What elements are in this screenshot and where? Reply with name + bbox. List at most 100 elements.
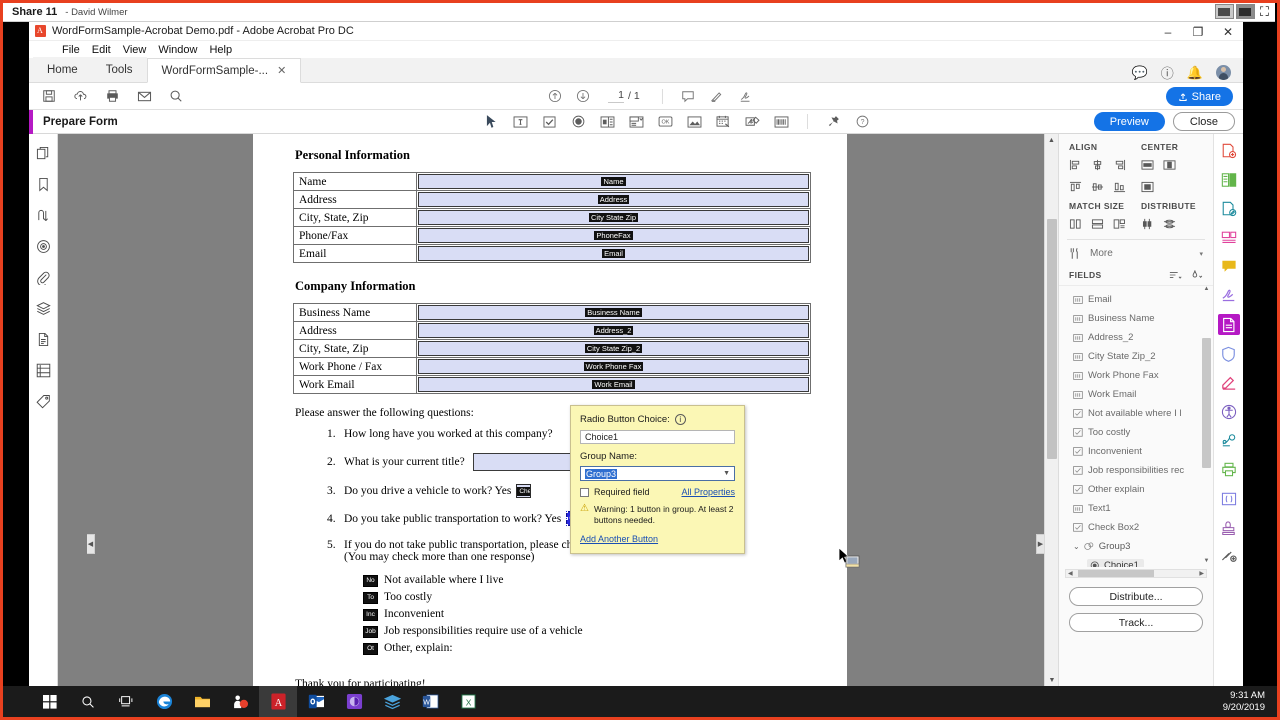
form-field-checkbox[interactable]: To: [363, 591, 378, 604]
add-another-button-link[interactable]: Add Another Button: [580, 534, 735, 544]
select-pointer-icon[interactable]: [484, 115, 499, 128]
document-viewport[interactable]: Personal Information Name Name Address A…: [58, 134, 1058, 686]
create-pdf-icon[interactable]: [1218, 140, 1240, 161]
tab-tools[interactable]: Tools: [91, 57, 147, 82]
attachments-nav-icon[interactable]: [35, 207, 52, 224]
people-icon[interactable]: [221, 686, 259, 717]
field-item-city-state-zip-2[interactable]: City State Zip_2: [1073, 347, 1213, 366]
form-field-name[interactable]: Name: [418, 174, 809, 189]
menu-window[interactable]: Window: [158, 44, 197, 56]
maximize-button[interactable]: ❐: [1183, 22, 1213, 41]
javascript-icon[interactable]: [1218, 488, 1240, 509]
form-field-cell[interactable]: PhoneFax: [416, 226, 811, 245]
field-item-job-responsibilities[interactable]: Job responsibilities rec: [1073, 461, 1213, 480]
center-vertical-icon[interactable]: [1163, 158, 1176, 171]
comment-icon[interactable]: [1218, 256, 1240, 277]
scroll-down-arrow[interactable]: ▼: [1045, 674, 1058, 686]
align-right-icon[interactable]: [1113, 158, 1126, 171]
pdf-page[interactable]: Personal Information Name Name Address A…: [253, 134, 847, 686]
search-icon[interactable]: [69, 686, 107, 717]
collapse-left-panel-button[interactable]: ◀: [87, 534, 95, 554]
form-field-cell[interactable]: City State Zip: [416, 208, 811, 227]
menu-file[interactable]: File: [62, 44, 80, 56]
form-field-email[interactable]: Email: [418, 246, 809, 261]
layers-icon[interactable]: [35, 300, 52, 317]
scroll-up-arrow[interactable]: ▲: [1045, 134, 1058, 147]
form-field-cell[interactable]: Work Phone Fax: [416, 357, 811, 376]
radio-choice-input[interactable]: [580, 430, 735, 444]
print-icon[interactable]: [105, 89, 120, 103]
fields-list-scrollbar[interactable]: ▲ ▼: [1202, 286, 1211, 567]
taskbar-clock[interactable]: 9:31 AM 9/20/2019: [1223, 690, 1265, 714]
stamp-icon[interactable]: [1218, 517, 1240, 538]
signature-field-icon[interactable]: [745, 115, 760, 128]
field-item-email[interactable]: Email: [1073, 290, 1213, 309]
menu-help[interactable]: Help: [209, 44, 232, 56]
required-field-checkbox[interactable]: [580, 487, 589, 497]
comment-icon[interactable]: 💬: [1132, 65, 1148, 81]
track-button[interactable]: Track...: [1069, 613, 1203, 632]
collapse-right-panel-button[interactable]: ▶: [1036, 534, 1044, 554]
edge-icon[interactable]: [145, 686, 183, 717]
scroll-up-arrow[interactable]: ▲: [1202, 286, 1211, 296]
tags-icon[interactable]: [35, 393, 52, 410]
form-field-checkbox[interactable]: Ot: [363, 642, 378, 655]
scroll-right-arrow[interactable]: ▶: [1197, 570, 1206, 577]
align-bottom-icon[interactable]: [1113, 180, 1126, 193]
tab-home[interactable]: Home: [33, 57, 92, 82]
destinations-icon[interactable]: [35, 238, 52, 255]
menu-edit[interactable]: Edit: [92, 44, 111, 56]
monitor-2-button[interactable]: [1235, 4, 1255, 19]
outlook-icon[interactable]: [297, 686, 335, 717]
windows-start-icon[interactable]: [31, 686, 69, 717]
scroll-left-arrow[interactable]: ◀: [1066, 570, 1075, 577]
form-field-business-name[interactable]: Business Name: [418, 305, 809, 320]
field-item-too-costly[interactable]: Too costly: [1073, 423, 1213, 442]
more-tools-icon[interactable]: [1218, 546, 1240, 567]
form-field-phonefax[interactable]: PhoneFax: [418, 228, 809, 243]
tab-document[interactable]: WordFormSample-... ✕: [146, 58, 302, 83]
fields-list[interactable]: Email Business Name Address_2 City State…: [1059, 285, 1213, 567]
monitor-1-button[interactable]: [1214, 4, 1234, 19]
barcode-icon[interactable]: [774, 115, 789, 128]
minimize-button[interactable]: –: [1153, 22, 1183, 41]
form-field-cell[interactable]: Email: [416, 244, 811, 263]
redact-icon[interactable]: [1218, 372, 1240, 393]
button-icon[interactable]: OK: [658, 115, 673, 128]
field-item-choice1[interactable]: Choice1: [1073, 556, 1213, 567]
scroll-down-arrow[interactable]: ▼: [1202, 558, 1211, 567]
help-icon[interactable]: ?: [855, 115, 870, 128]
form-field-cell[interactable]: Business Name: [416, 303, 811, 322]
share-button[interactable]: Share: [1165, 87, 1233, 106]
print-production-icon[interactable]: [1218, 459, 1240, 480]
date-field-icon[interactable]: [716, 115, 731, 128]
form-field-checkbox[interactable]: Inc: [363, 608, 378, 621]
document-scrollbar[interactable]: ▲ ▼: [1044, 134, 1058, 686]
all-properties-link[interactable]: All Properties: [681, 487, 735, 497]
chevron-down-icon[interactable]: ⌄: [1073, 542, 1080, 551]
chevron-down-icon[interactable]: ▼: [723, 470, 730, 477]
form-field-cell[interactable]: Work Email: [416, 375, 811, 394]
fill-sign-icon[interactable]: [1218, 285, 1240, 306]
avatar[interactable]: [1216, 65, 1231, 80]
match-width-icon[interactable]: [1069, 217, 1082, 230]
field-item-business-name[interactable]: Business Name: [1073, 309, 1213, 328]
align-left-icon[interactable]: [1069, 158, 1082, 171]
info-icon[interactable]: i: [674, 414, 686, 425]
organize-pages-icon[interactable]: [1218, 227, 1240, 248]
form-field-check-box2[interactable]: Che: [516, 484, 532, 498]
filter-icon[interactable]: [1190, 268, 1203, 281]
center-both-icon[interactable]: [1141, 180, 1154, 193]
field-item-not-available[interactable]: Not available where I l: [1073, 404, 1213, 423]
prepare-form-icon[interactable]: [1217, 314, 1240, 335]
highlight-icon[interactable]: [709, 89, 724, 103]
center-horizontal-icon[interactable]: [1141, 158, 1154, 171]
field-item-work-phone-fax[interactable]: Work Phone Fax: [1073, 366, 1213, 385]
page-navigation[interactable]: 1 / 1: [607, 89, 640, 103]
menu-view[interactable]: View: [123, 44, 147, 56]
checkbox-icon[interactable]: [542, 115, 557, 128]
scrollbar-thumb[interactable]: [1078, 570, 1154, 577]
order-icon[interactable]: [35, 362, 52, 379]
file-explorer-icon[interactable]: [183, 686, 221, 717]
close-icon[interactable]: ✕: [277, 64, 286, 77]
